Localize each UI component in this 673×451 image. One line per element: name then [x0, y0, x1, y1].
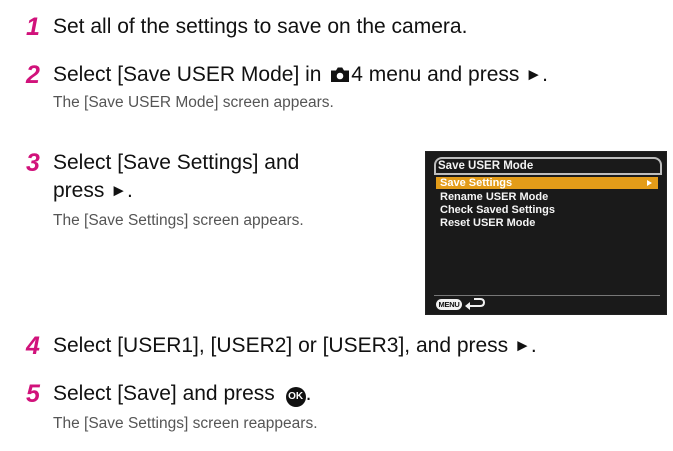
camera-icon	[330, 62, 350, 92]
step-title-part: .	[305, 382, 312, 405]
step-number: 2	[26, 61, 40, 89]
step-title: Select [Save USER Mode] in 4 menu and pr…	[53, 60, 548, 92]
camera-menu-screen: Save USER Mode Save Settings Rename USER…	[425, 151, 667, 315]
step-number: 1	[26, 13, 40, 41]
right-arrow-icon: ►	[514, 336, 531, 355]
menu-item-label: Save Settings	[440, 177, 513, 189]
return-arrow-icon	[464, 298, 486, 316]
menu-item-label: Check Saved Settings	[440, 204, 555, 216]
step-title-line-1: Select [Save Settings] and	[53, 151, 300, 174]
step-number: 5	[26, 380, 40, 408]
right-arrow-icon: ►	[110, 181, 128, 200]
step-title-part: Select [Save USER Mode] in	[53, 63, 328, 86]
step-description: The [Save USER Mode] screen appears.	[53, 94, 334, 111]
menu-item-reset-user-mode[interactable]: Reset USER Mode	[440, 217, 660, 229]
step-number: 4	[26, 332, 40, 360]
menu-divider	[434, 173, 660, 175]
step-title-part: Select [USER1], [USER2] or [USER3], and …	[53, 334, 515, 357]
menu-item-check-saved-settings[interactable]: Check Saved Settings	[440, 204, 660, 216]
menu-item-rename-user-mode[interactable]: Rename USER Mode	[440, 191, 660, 203]
menu-tab-title: Save USER Mode	[438, 160, 534, 172]
step-title-part: .	[530, 334, 537, 357]
step-title-part: press	[53, 179, 111, 202]
menu-item-label: Rename USER Mode	[440, 191, 549, 203]
step-description: The [Save Settings] screen appears.	[53, 212, 304, 229]
step-title: Set all of the settings to save on the c…	[53, 15, 468, 38]
step-title: Select [Save] and press OK.	[53, 379, 311, 409]
ok-button-icon: OK	[285, 387, 306, 407]
step-title-part: .	[127, 179, 133, 202]
step-title-part: 4 menu and press	[351, 63, 526, 86]
step-number: 3	[26, 149, 40, 177]
step-title-part: .	[542, 63, 548, 86]
step-title-part: Select [Save] and press	[53, 382, 281, 405]
menu-item-label: Reset USER Mode	[440, 217, 536, 229]
menu-button-icon: MENU	[436, 299, 462, 310]
right-arrow-icon: ►	[525, 65, 543, 84]
menu-item-save-settings[interactable]: Save Settings	[436, 177, 658, 189]
step-description: The [Save Settings] screen reappears.	[53, 415, 318, 432]
submenu-arrow-icon	[647, 180, 652, 186]
step-title: Select [USER1], [USER2] or [USER3], and …	[53, 331, 537, 361]
menu-footer-divider	[434, 295, 660, 296]
step-title-line-2: press ►.	[53, 176, 133, 206]
